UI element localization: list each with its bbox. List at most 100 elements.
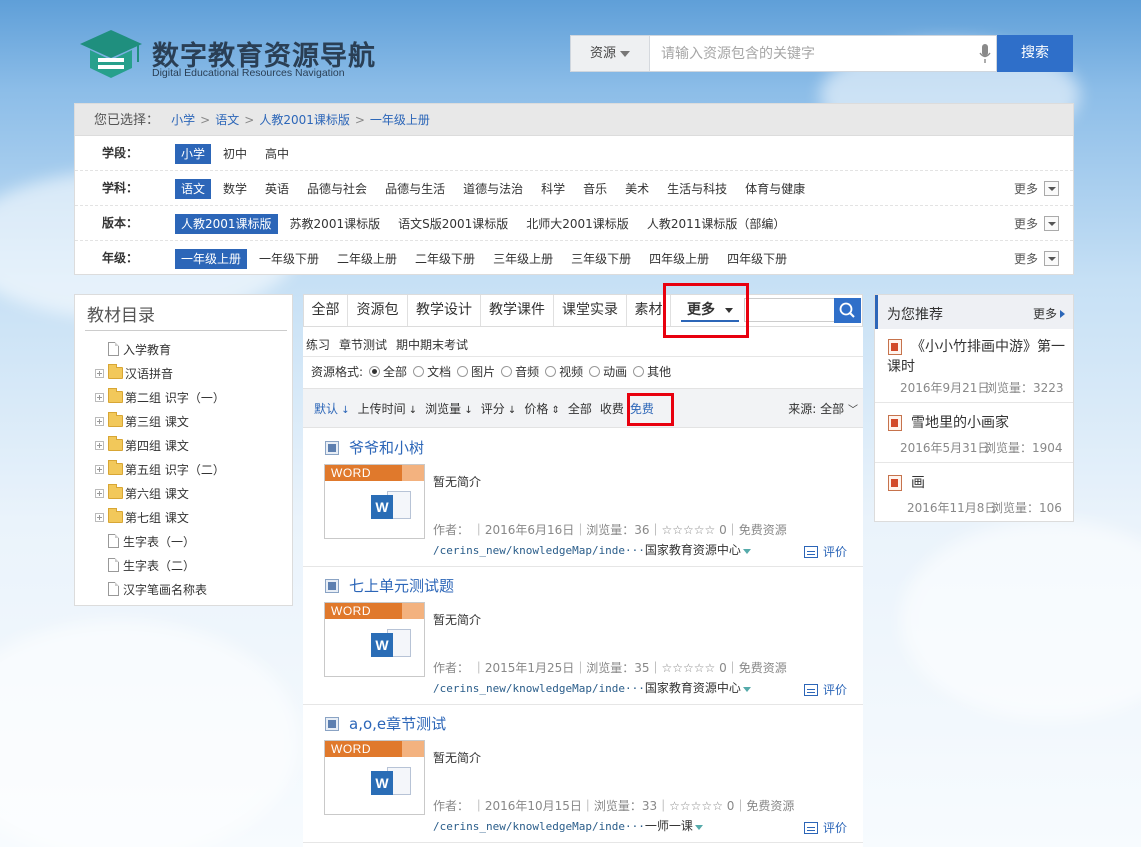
search-button[interactable]: 搜索 [997, 35, 1073, 72]
filter-option[interactable]: 英语 [259, 179, 295, 199]
catalog-item[interactable]: 第六组 课文 [95, 481, 189, 505]
filter-option[interactable]: 品德与生活 [379, 179, 451, 199]
filter-option[interactable]: 人教2011课标版（部编） [641, 214, 792, 234]
sort-option[interactable]: 价格 ⇕ [524, 400, 560, 417]
filter-option[interactable]: 苏教2001课标版 [284, 214, 387, 234]
filter-option[interactable]: 生活与科技 [661, 179, 733, 199]
filter-option[interactable]: 三年级上册 [487, 249, 559, 269]
rate-button[interactable]: 评价 [804, 819, 847, 836]
search-input[interactable] [651, 36, 971, 71]
catalog-item[interactable]: 第三组 课文 [95, 409, 189, 433]
chevron-down-icon[interactable] [1044, 251, 1059, 266]
tab-item[interactable]: 教学课件 [481, 295, 554, 326]
recommend-title-link[interactable]: 画 [911, 473, 925, 493]
filter-option[interactable]: 体育与健康 [739, 179, 811, 199]
format-radio[interactable] [501, 366, 513, 377]
filter-option[interactable]: 二年级上册 [331, 249, 403, 269]
format-radio[interactable] [369, 366, 381, 377]
filter-option[interactable]: 四年级下册 [721, 249, 793, 269]
subtype-link[interactable]: 章节测试 [339, 338, 387, 352]
filter-option[interactable]: 一年级上册 [175, 248, 248, 269]
resource-source[interactable]: /cerins_new/knowledgeMap/inde···一师一课 [433, 817, 703, 834]
sort-option[interactable]: 上传时间 ↓ [358, 400, 418, 417]
sort-option[interactable]: 全部 [568, 400, 592, 417]
format-option-label[interactable]: 文档 [427, 363, 451, 380]
format-option-label[interactable]: 图片 [471, 363, 495, 380]
format-radio[interactable] [413, 366, 425, 377]
resource-thumbnail[interactable]: WORD W [324, 464, 425, 539]
recommend-item[interactable]: 画 2016年11月8日 浏览量：106 [875, 463, 1073, 522]
filter-option[interactable]: 音乐 [577, 179, 613, 199]
recommend-title-link[interactable]: 《小小竹排画中游》第一课时 [887, 337, 1067, 377]
catalog-item[interactable]: 入学教育 [95, 337, 171, 361]
subtype-link[interactable]: 练习 [306, 338, 330, 352]
format-radio[interactable] [633, 366, 645, 377]
catalog-item[interactable]: 生字表（二） [95, 553, 195, 577]
recommend-item[interactable]: 《小小竹排画中游》第一课时 2016年9月21日 浏览量：3223 [875, 329, 1073, 403]
filter-option[interactable]: 三年级下册 [565, 249, 637, 269]
format-option-label[interactable]: 视频 [559, 363, 583, 380]
sort-option[interactable]: 浏览量 ↓ [425, 400, 473, 417]
resource-title-link[interactable]: a,o,e章节测试 [349, 713, 446, 734]
expand-icon[interactable] [95, 368, 104, 378]
filter-option[interactable]: 数学 [217, 179, 253, 199]
sort-option[interactable]: 默认 ↓ [314, 400, 350, 417]
resource-title-link[interactable]: 七上单元测试题 [349, 575, 454, 596]
subtype-link[interactable]: 期中期末考试 [396, 338, 468, 352]
sort-option[interactable]: 评分 ↓ [481, 400, 517, 417]
search-type-dropdown[interactable]: 资源 [571, 36, 650, 71]
sort-option[interactable]: 收费 [600, 400, 624, 417]
tab-search-input[interactable] [744, 298, 834, 322]
source-filter[interactable]: 来源: 全部 ﹀ [788, 389, 858, 431]
tab-search-button[interactable] [834, 298, 861, 323]
breadcrumb-link[interactable]: 小学 [171, 113, 195, 127]
breadcrumb-link[interactable]: 一年级上册 [370, 113, 430, 127]
breadcrumb-link[interactable]: 人教2001课标版 [259, 113, 350, 127]
filter-option[interactable]: 高中 [259, 144, 295, 164]
chevron-down-icon[interactable] [1044, 216, 1059, 231]
format-option-label[interactable]: 其他 [647, 363, 671, 380]
recommend-item[interactable]: 雪地里的小画家 2016年5月31日 浏览量：1904 [875, 403, 1073, 463]
tab-item[interactable]: 全部 [304, 295, 348, 326]
format-option-label[interactable]: 音频 [515, 363, 539, 380]
expand-icon[interactable] [95, 464, 104, 474]
microphone-icon[interactable] [979, 44, 991, 64]
chevron-down-icon[interactable] [1044, 181, 1059, 196]
filter-option[interactable]: 一年级下册 [253, 249, 325, 269]
filter-option[interactable]: 二年级下册 [409, 249, 481, 269]
catalog-item[interactable]: 汉语拼音 [95, 361, 173, 385]
expand-icon[interactable] [95, 416, 104, 426]
breadcrumb-link[interactable]: 语文 [215, 113, 239, 127]
expand-icon[interactable] [95, 488, 104, 498]
catalog-item[interactable]: 第五组 识字（二） [95, 457, 225, 481]
catalog-item[interactable]: 生字表（一） [95, 529, 195, 553]
filter-option[interactable]: 品德与社会 [301, 179, 373, 199]
resource-source[interactable]: /cerins_new/knowledgeMap/inde···国家教育资源中心 [433, 541, 751, 558]
catalog-item[interactable]: 第七组 课文 [95, 505, 189, 529]
catalog-item[interactable]: 汉字笔画名称表 [95, 577, 207, 601]
filter-option[interactable]: 语文 [175, 178, 212, 199]
tab-item[interactable]: 课堂实录 [554, 295, 627, 326]
format-radio[interactable] [589, 366, 601, 377]
resource-thumbnail[interactable]: WORD W [324, 602, 425, 677]
filter-more[interactable]: 更多 [1014, 180, 1059, 197]
format-option-label[interactable]: 全部 [383, 363, 407, 380]
format-radio[interactable] [545, 366, 557, 377]
resource-thumbnail[interactable]: WORD W [324, 740, 425, 815]
filter-more[interactable]: 更多 [1014, 215, 1059, 232]
filter-option[interactable]: 四年级上册 [643, 249, 715, 269]
filter-option[interactable]: 科学 [535, 179, 571, 199]
resource-source[interactable]: /cerins_new/knowledgeMap/inde···国家教育资源中心 [433, 679, 751, 696]
filter-option[interactable]: 道德与法治 [457, 179, 529, 199]
expand-icon[interactable] [95, 440, 104, 450]
filter-option[interactable]: 美术 [619, 179, 655, 199]
filter-option[interactable]: 小学 [175, 143, 212, 164]
recommend-more-link[interactable]: 更多 [1033, 305, 1065, 322]
recommend-title-link[interactable]: 雪地里的小画家 [911, 413, 1009, 433]
expand-icon[interactable] [95, 392, 104, 402]
tab-item[interactable]: 资源包 [348, 295, 408, 326]
expand-icon[interactable] [95, 512, 104, 522]
filter-option[interactable]: 初中 [217, 144, 253, 164]
catalog-item[interactable]: 第四组 课文 [95, 433, 189, 457]
filter-more[interactable]: 更多 [1014, 250, 1059, 267]
